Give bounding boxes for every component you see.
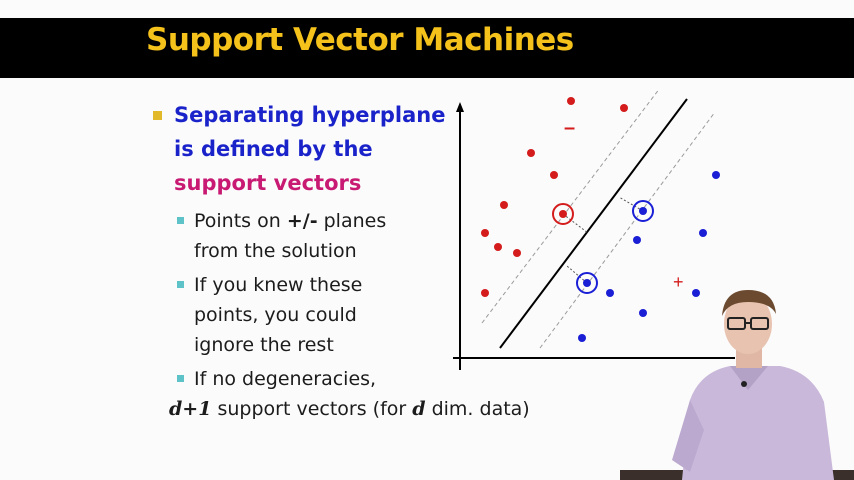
positive-point (578, 334, 586, 342)
negative-point (513, 249, 521, 257)
presenter-image (620, 290, 854, 480)
sub-bullet-square-icon (177, 375, 184, 382)
negative-point (550, 171, 558, 179)
positive-point (712, 171, 720, 179)
margin-connector (618, 196, 644, 212)
positive-point (606, 289, 614, 297)
sub1-bold: +/- (286, 210, 318, 232)
sub1-prefix: Points on (194, 210, 287, 232)
sub-bullet-square-icon (177, 217, 184, 224)
negative-point (481, 289, 489, 297)
negative-point (500, 201, 508, 209)
y-axis-arrow-icon (456, 102, 464, 112)
sub3-mid: support vectors (for (211, 398, 413, 420)
microphone-icon (741, 381, 747, 387)
sub-bullet-square-icon (177, 281, 184, 288)
positive-point (639, 207, 647, 215)
negative-points (481, 97, 628, 297)
positive-point (699, 229, 707, 237)
sub3-var-d: d (412, 398, 426, 420)
negative-point (559, 210, 567, 218)
sub1-suffix: planes (317, 210, 387, 232)
presenter-shirt (682, 366, 834, 480)
minus-label: – (564, 117, 575, 139)
slide-title: Support Vector Machines (146, 22, 574, 58)
sub-bullet-3-line-2: d+1 support vectors (for d dim. data) (169, 394, 590, 424)
negative-point (494, 243, 502, 251)
positive-point (583, 279, 591, 287)
positive-point (633, 236, 641, 244)
negative-point (567, 97, 575, 105)
sub3-end: dim. data) (425, 398, 530, 420)
negative-point (527, 149, 535, 157)
bullet-square-icon (153, 111, 162, 120)
sub3-var-d-plus-1: d+1 (169, 398, 212, 420)
negative-point (620, 104, 628, 112)
negative-point (481, 229, 489, 237)
